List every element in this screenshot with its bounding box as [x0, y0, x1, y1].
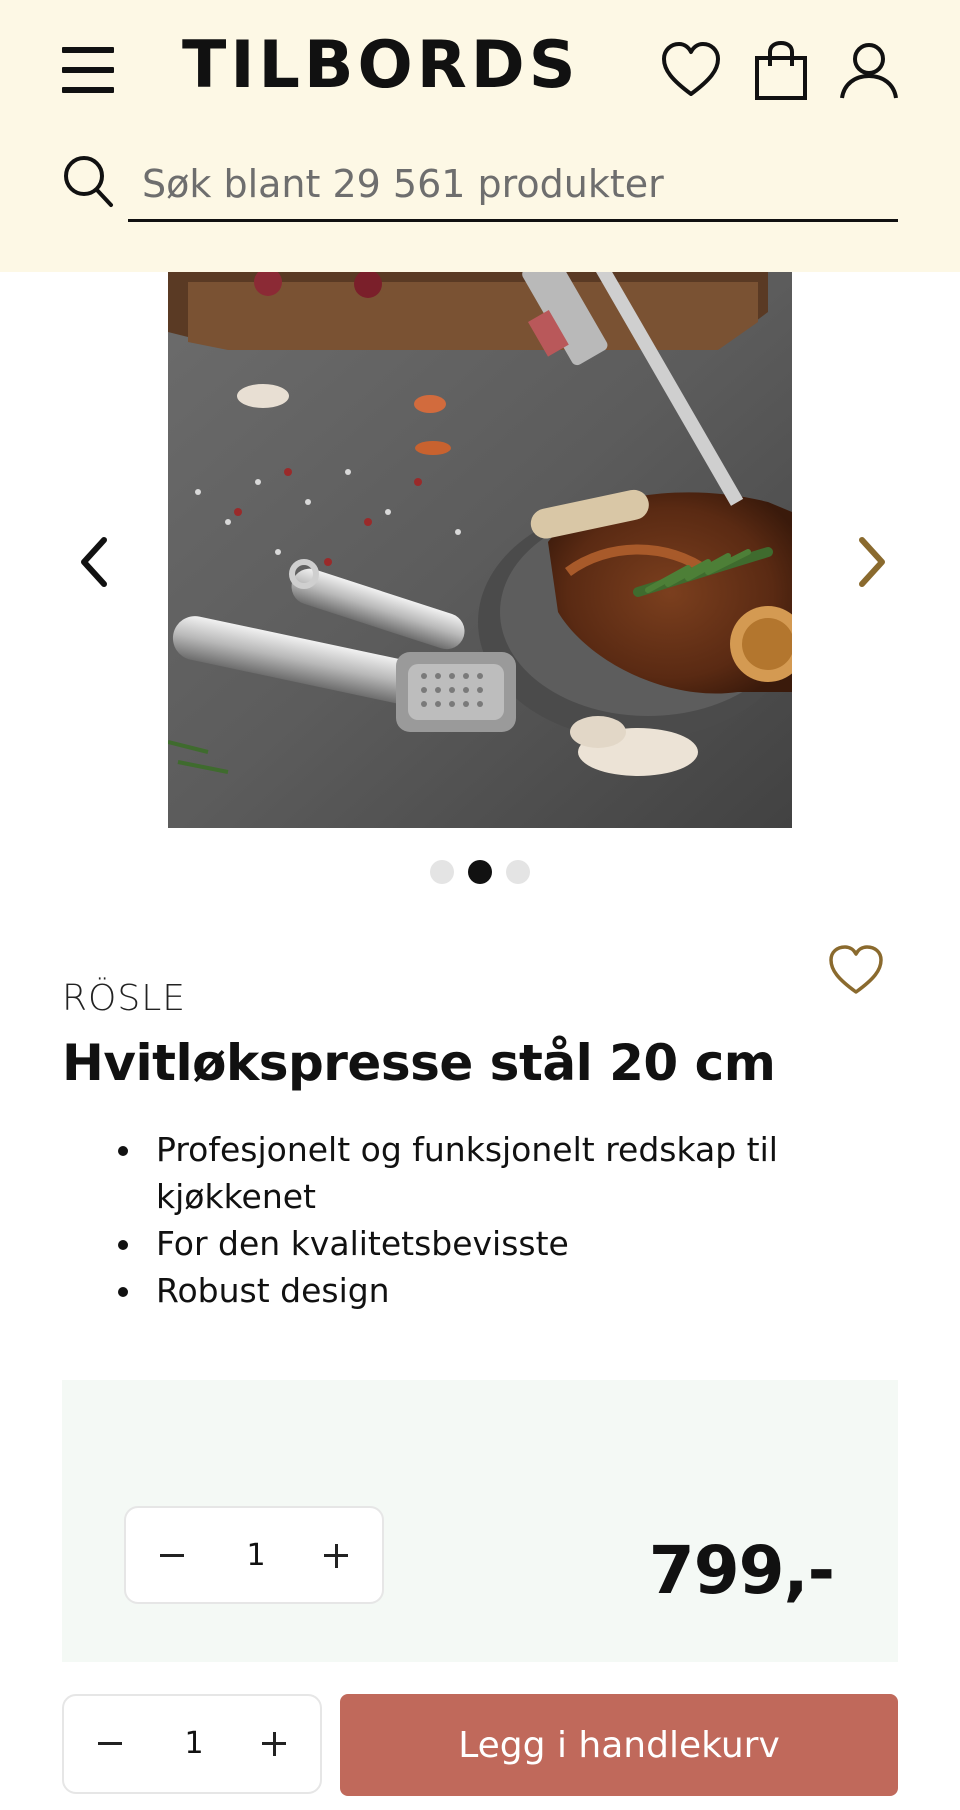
heart-icon[interactable]: [660, 40, 722, 102]
menu-icon[interactable]: [62, 47, 114, 93]
add-to-cart-button[interactable]: Legg i handlekurv: [340, 1694, 898, 1796]
quantity-value[interactable]: 1: [216, 1508, 296, 1604]
carousel-dot-1[interactable]: [430, 860, 454, 884]
chevron-right-icon[interactable]: [846, 532, 896, 592]
minus-icon[interactable]: [150, 1534, 194, 1578]
chevron-left-icon[interactable]: [70, 532, 120, 592]
plus-icon[interactable]: [252, 1722, 296, 1766]
sticky-add-to-cart-bar: 1 Legg i handlekurv: [0, 1692, 960, 1810]
minus-icon[interactable]: [88, 1722, 132, 1766]
user-icon[interactable]: [838, 40, 900, 102]
product-price: 799,-: [648, 1532, 835, 1609]
carousel-pagination: [0, 860, 960, 888]
quantity-stepper: 1: [124, 1506, 384, 1604]
quantity-value[interactable]: 1: [154, 1696, 234, 1792]
site-header: TILBORDS: [0, 0, 960, 272]
purchase-panel: 1 799,-: [62, 1380, 898, 1662]
feature-item: For den kvalitetsbevisste: [118, 1220, 878, 1267]
product-title: Hvitløkspresse stål 20 cm: [62, 1034, 776, 1092]
search-icon[interactable]: [62, 154, 114, 208]
search-bar: [62, 148, 898, 224]
feature-item: Profesjonelt og funksjonelt redskap til …: [118, 1126, 878, 1220]
product-brand[interactable]: RÖSLE: [62, 978, 186, 1019]
carousel-dot-2[interactable]: [468, 860, 492, 884]
feature-item: Robust design: [118, 1267, 878, 1314]
heart-outline-icon[interactable]: [828, 944, 884, 996]
plus-icon[interactable]: [314, 1534, 358, 1578]
carousel-dot-3[interactable]: [506, 860, 530, 884]
search-input[interactable]: [128, 148, 898, 222]
product-features: Profesjonelt og funksjonelt redskap til …: [118, 1126, 878, 1314]
site-logo[interactable]: TILBORDS: [182, 26, 580, 106]
product-image: [168, 272, 792, 828]
shopping-bag-icon[interactable]: [750, 40, 812, 102]
product-image-carousel: [0, 272, 960, 892]
quantity-stepper: 1: [62, 1694, 322, 1794]
